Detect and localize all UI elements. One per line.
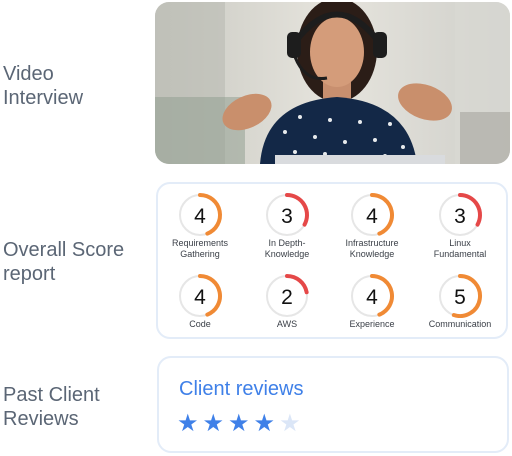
video-heading-line1: Video (3, 63, 54, 85)
score-item: 4 Requirements Gathering (156, 193, 244, 260)
score-value: 5 (454, 286, 466, 309)
score-label-line2: Knowledge (264, 249, 310, 259)
score-label-line1: AWS (276, 319, 298, 329)
client-reviews-title: Client reviews (179, 378, 304, 400)
score-item: 4 Code (156, 274, 244, 330)
score-value: 4 (194, 205, 206, 228)
score-label: Infrastructure Knowledge (328, 238, 416, 260)
score-label: Communication (416, 319, 504, 330)
score-label-line2: Gathering (180, 249, 220, 259)
overall-score-card: 4 Requirements Gathering 3 In Depth- Knowledg… (156, 182, 508, 339)
score-gauge: 3 (266, 193, 309, 236)
score-gauge: 4 (179, 274, 222, 317)
star-filled-icon: ★ (228, 410, 250, 437)
score-item: 2 AWS (243, 274, 331, 330)
score-value: 3 (281, 205, 293, 228)
score-item: 5 Communication (416, 274, 504, 330)
score-label: In Depth- Knowledge (243, 238, 331, 260)
score-item: 3 Linux Fundamental (416, 193, 504, 260)
score-label: Experience (328, 319, 416, 330)
score-heading-line2: report (3, 263, 56, 285)
star-filled-icon: ★ (177, 410, 199, 437)
score-value: 4 (366, 286, 378, 309)
score-label: Code (156, 319, 244, 330)
score-label-line2: Knowledge (349, 249, 395, 259)
score-label: AWS (243, 319, 331, 330)
score-gauge: 4 (351, 193, 394, 236)
score-label-line1: Infrastructure (345, 238, 399, 248)
score-label-line1: Requirements (171, 238, 229, 248)
score-label: Requirements Gathering (156, 238, 244, 260)
score-value: 4 (194, 286, 206, 309)
score-value: 2 (281, 286, 293, 309)
rating-stars: ★ ★ ★ ★ ★ (177, 412, 301, 436)
score-label-line1: Experience (349, 319, 395, 329)
reviews-heading-line2: Reviews (3, 408, 79, 430)
score-label-line1: In Depth- (268, 238, 306, 248)
reviews-heading-line1: Past Client (3, 384, 100, 406)
score-label-line1: Linux (449, 238, 471, 248)
client-reviews-card: Client reviews ★ ★ ★ ★ ★ (157, 356, 509, 453)
score-item: 4 Infrastructure Knowledge (328, 193, 416, 260)
score-label: Linux Fundamental (416, 238, 504, 260)
score-label-line1: Code (189, 319, 211, 329)
score-label-line2: Fundamental (433, 249, 487, 259)
star-filled-icon: ★ (253, 410, 276, 437)
past-client-reviews-heading: Past Client Reviews (3, 383, 100, 431)
score-gauge: 4 (179, 193, 222, 236)
interview-video-image (155, 2, 510, 164)
video-interview-player[interactable] (155, 2, 510, 164)
score-gauge: 3 (439, 193, 482, 236)
score-value: 4 (366, 205, 378, 228)
star-empty-icon: ★ (279, 410, 301, 437)
score-value: 3 (454, 205, 466, 228)
overall-score-heading: Overall Score report (3, 238, 124, 286)
score-label-line1: Communication (428, 319, 492, 329)
score-gauge: 2 (266, 274, 309, 317)
video-heading-line2: Interview (3, 87, 84, 109)
score-item: 4 Experience (328, 274, 416, 330)
score-item: 3 In Depth- Knowledge (243, 193, 331, 260)
score-gauge: 5 (439, 274, 482, 318)
video-interview-heading: Video Interview (3, 62, 83, 110)
score-gauge: 4 (351, 274, 394, 317)
star-filled-icon: ★ (202, 410, 225, 437)
score-heading-line1: Overall Score (3, 239, 125, 261)
